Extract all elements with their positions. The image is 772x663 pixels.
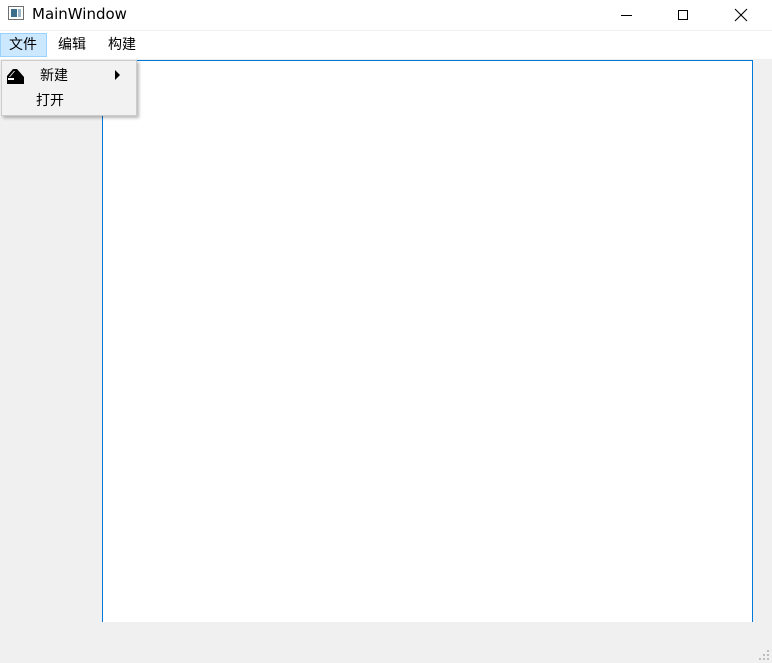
close-button[interactable] [718, 0, 764, 30]
menu-item-new-label: 新建 [40, 68, 68, 84]
title-bar[interactable]: MainWindow [0, 0, 772, 30]
menu-bar: 文件 编辑 构建 [0, 31, 772, 59]
submenu-arrow-icon [115, 70, 120, 80]
file-dropdown-menu: 新建 打开 [1, 60, 137, 116]
status-bar [0, 622, 772, 663]
maximize-button[interactable] [660, 0, 706, 30]
left-dock-area [0, 60, 102, 622]
resize-grip-icon[interactable] [758, 649, 770, 661]
menu-item-open[interactable]: 打开 [2, 89, 136, 113]
menu-item-new[interactable]: 新建 [2, 64, 136, 88]
maximize-icon [678, 10, 688, 20]
app-window-icon [8, 6, 24, 20]
minimize-icon [620, 14, 632, 16]
menu-build[interactable]: 构建 [100, 33, 144, 57]
new-file-icon [7, 69, 24, 84]
minimize-button[interactable] [603, 0, 649, 30]
menu-file[interactable]: 文件 [0, 33, 47, 57]
menu-item-open-label: 打开 [36, 93, 64, 109]
central-text-editor[interactable] [102, 60, 753, 622]
window-title: MainWindow [32, 5, 127, 23]
menu-edit[interactable]: 编辑 [50, 33, 94, 57]
close-icon [734, 8, 748, 22]
main-window: MainWindow 文件 编辑 构建 新建 打开 [0, 0, 772, 663]
